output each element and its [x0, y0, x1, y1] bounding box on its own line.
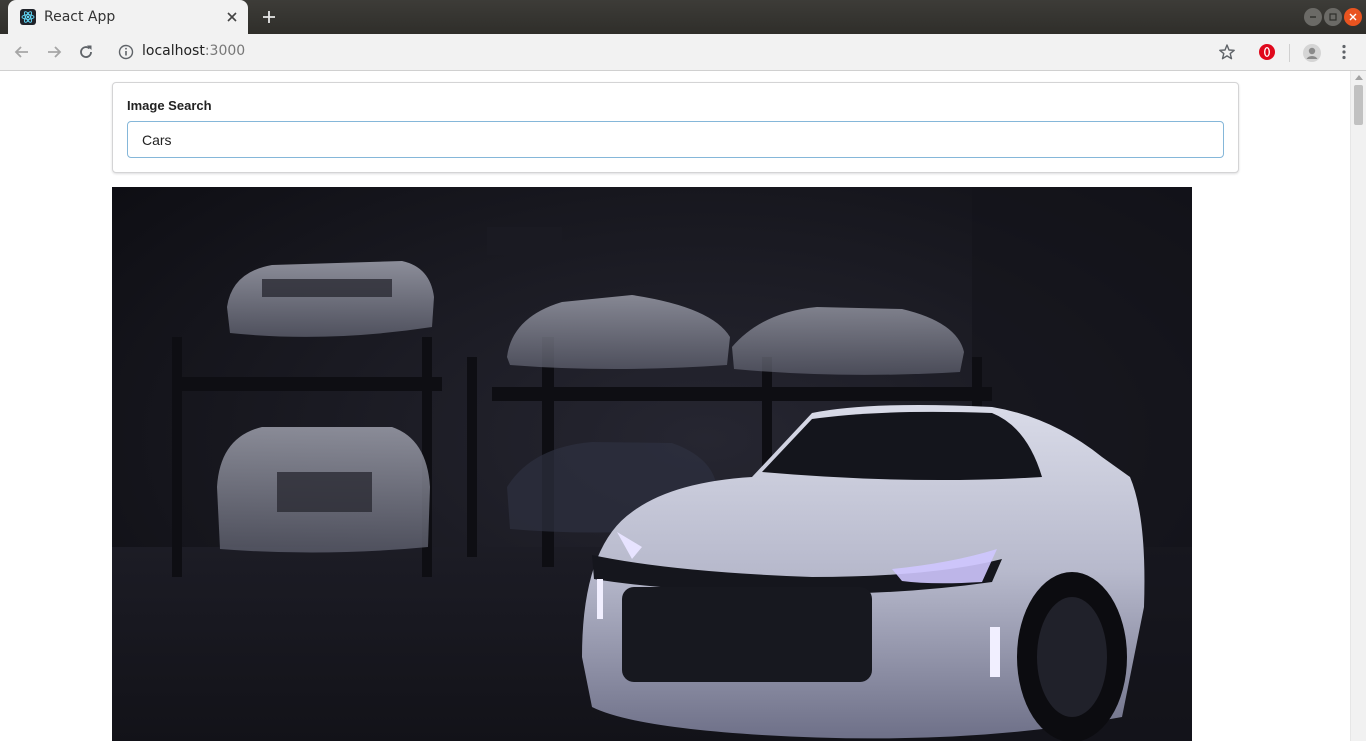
search-segment: Image Search: [112, 82, 1239, 173]
minimize-button[interactable]: [1304, 8, 1322, 26]
url-port: :3000: [204, 43, 246, 59]
reload-icon[interactable]: [77, 43, 95, 61]
scroll-up-arrow[interactable]: [1355, 75, 1363, 80]
close-window-button[interactable]: [1344, 8, 1362, 26]
info-icon[interactable]: [117, 43, 135, 61]
car-photo: [112, 187, 1192, 741]
profile-icon[interactable]: [1302, 43, 1321, 62]
window-controls: [1304, 8, 1362, 26]
page-scrollbar[interactable]: [1350, 71, 1366, 741]
plus-icon[interactable]: [260, 8, 278, 26]
close-icon[interactable]: [224, 9, 240, 25]
search-input[interactable]: [127, 121, 1224, 158]
address-bar[interactable]: localhost:3000: [142, 43, 245, 59]
browser-titlebar: React App: [0, 0, 1366, 34]
arrow-right-icon[interactable]: [45, 43, 63, 61]
toolbar-divider: [1289, 44, 1290, 62]
page-viewport: Image Search: [0, 71, 1350, 741]
scroll-thumb[interactable]: [1354, 85, 1363, 125]
star-icon[interactable]: [1218, 43, 1236, 61]
browser-tab-active[interactable]: React App: [8, 0, 248, 34]
search-label: Image Search: [127, 98, 212, 113]
opera-extension-icon[interactable]: [1258, 43, 1276, 61]
tab-title: React App: [44, 9, 116, 25]
react-logo-icon: [20, 9, 36, 25]
arrow-left-icon[interactable]: [13, 43, 31, 61]
kebab-menu-icon[interactable]: [1335, 43, 1353, 61]
maximize-button[interactable]: [1324, 8, 1342, 26]
browser-toolbar: localhost:3000: [0, 34, 1366, 71]
result-image: [112, 187, 1192, 741]
url-host: localhost: [142, 43, 205, 59]
